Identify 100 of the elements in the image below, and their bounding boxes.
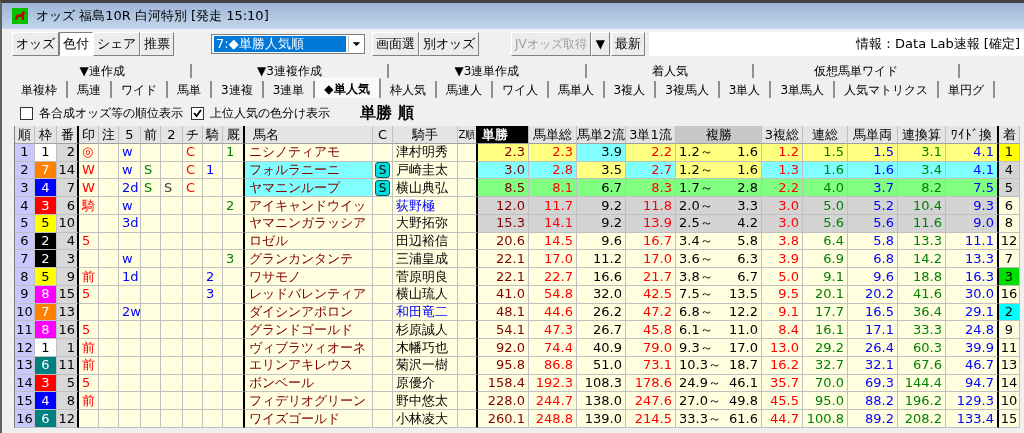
column-header[interactable]: 騎手 bbox=[393, 126, 458, 144]
table-cell: 8 bbox=[57, 392, 79, 410]
table-cell: 8.5 bbox=[478, 179, 529, 197]
column-header[interactable]: Z順 bbox=[458, 126, 478, 144]
table-cell: 三浦皇成 bbox=[393, 250, 458, 268]
place-low-odds: 6.8～ bbox=[679, 303, 713, 321]
table-cell: 騎 bbox=[79, 197, 99, 215]
table-cell bbox=[203, 392, 223, 410]
column-header[interactable]: 連換算 bbox=[898, 126, 946, 144]
table-cell: 208.2 bbox=[898, 410, 946, 428]
column-header[interactable]: 着 bbox=[999, 126, 1020, 144]
column-header[interactable]: 注 bbox=[99, 126, 119, 144]
mode-button[interactable]: オッズ bbox=[12, 32, 59, 56]
table-cell: 17.0 bbox=[529, 250, 577, 268]
toolbar-button[interactable]: 別オッズ bbox=[419, 32, 479, 56]
table-cell: フィデリオグリーン bbox=[245, 392, 373, 410]
column-header[interactable]: C bbox=[373, 126, 393, 144]
table-cell: 9.2 bbox=[577, 197, 626, 215]
table-cell: 248.8 bbox=[529, 410, 577, 428]
table-cell: 2 bbox=[223, 197, 245, 215]
place-high-odds: 1.6 bbox=[737, 161, 758, 179]
column-header[interactable]: 複勝 bbox=[676, 126, 762, 144]
column-header[interactable]: 騎 bbox=[203, 126, 223, 144]
column-header[interactable]: 3単1流 bbox=[626, 126, 676, 144]
table-cell bbox=[458, 410, 478, 428]
table-cell: 3.7 bbox=[848, 179, 898, 197]
table-cell bbox=[458, 339, 478, 357]
table-cell: グランカンタンテ bbox=[245, 250, 373, 268]
table-cell: 木幡巧也 bbox=[393, 339, 458, 357]
table-cell: 22.1 bbox=[478, 250, 529, 268]
table-cell: 26.7 bbox=[577, 321, 626, 339]
column-header[interactable]: 枠 bbox=[35, 126, 57, 144]
table-cell: 13.0 bbox=[762, 339, 803, 357]
table-cell bbox=[373, 339, 393, 357]
table-cell bbox=[373, 392, 393, 410]
table-cell: 3 bbox=[223, 250, 245, 268]
frame-cell: 4 bbox=[35, 179, 57, 197]
column-header[interactable]: 5 bbox=[119, 126, 141, 144]
toolbar-button[interactable]: 画面選 bbox=[372, 32, 419, 56]
table-cell bbox=[458, 197, 478, 215]
column-header[interactable]: 前 bbox=[141, 126, 161, 144]
table-cell: 88.2 bbox=[848, 392, 898, 410]
mode-button[interactable]: 推票 bbox=[140, 32, 174, 56]
column-header[interactable]: ﾜｲﾄﾞ換 bbox=[946, 126, 999, 144]
table-cell: 15 bbox=[15, 392, 35, 410]
place-low-odds: 1.7～ bbox=[679, 179, 713, 196]
tab-group-label: 仮想馬単ワイド bbox=[754, 64, 960, 78]
table-cell: グランドゴールド bbox=[245, 321, 373, 339]
place-high-odds: 3.3 bbox=[737, 197, 758, 214]
column-header[interactable]: 馬単総 bbox=[529, 126, 577, 144]
column-header[interactable]: 馬名 bbox=[245, 126, 373, 144]
table-cell: 6.8 bbox=[848, 250, 898, 268]
table-cell bbox=[183, 268, 203, 286]
table-cell: 11 bbox=[999, 339, 1020, 357]
column-header[interactable]: チ bbox=[183, 126, 203, 144]
frame-cell: 5 bbox=[35, 268, 57, 286]
table-cell: 22.7 bbox=[529, 268, 577, 286]
table-cell bbox=[119, 410, 141, 428]
mode-button[interactable]: シェア bbox=[93, 32, 140, 56]
column-header[interactable]: 印 bbox=[79, 126, 99, 144]
table-cell: 16 bbox=[15, 410, 35, 428]
table-cell bbox=[79, 410, 99, 428]
checkbox[interactable] bbox=[191, 106, 204, 120]
column-header[interactable]: 馬単2流 bbox=[577, 126, 626, 144]
table-cell bbox=[183, 339, 203, 357]
table-cell bbox=[203, 197, 223, 215]
table-cell bbox=[99, 179, 119, 197]
column-header[interactable]: 順 bbox=[15, 126, 35, 144]
column-header[interactable]: 3複総 bbox=[762, 126, 803, 144]
refresh-button[interactable]: 最新 bbox=[610, 32, 645, 56]
tab[interactable]: ◆単人気 bbox=[315, 78, 381, 98]
table-cell: 9 bbox=[57, 268, 79, 286]
table-cell: 菅原明良 bbox=[393, 268, 458, 286]
table-cell: 8.2 bbox=[898, 179, 946, 197]
table-cell: 8.4 bbox=[762, 321, 803, 339]
column-header[interactable]: 番 bbox=[57, 126, 79, 144]
place-high-odds: 1.6 bbox=[737, 143, 758, 161]
column-header[interactable]: 2 bbox=[161, 126, 183, 144]
table-cell: 138.0 bbox=[577, 392, 626, 410]
table-cell: 54.1 bbox=[478, 321, 529, 339]
table-cell: 杉原誠人 bbox=[393, 321, 458, 339]
column-header[interactable]: 厩 bbox=[223, 126, 245, 144]
frame-cell: 1 bbox=[35, 339, 57, 357]
place-high-odds: 18.7 bbox=[729, 356, 758, 374]
table-cell: 33.3 bbox=[898, 321, 946, 339]
table-cell: 60.3 bbox=[898, 339, 946, 357]
column-header[interactable]: 馬単両 bbox=[848, 126, 898, 144]
column-header[interactable]: 連総 bbox=[803, 126, 848, 144]
column-header[interactable]: 単勝 bbox=[478, 126, 529, 144]
table-cell bbox=[203, 410, 223, 428]
view-dropdown[interactable]: 7:◆単勝人気順 bbox=[211, 34, 365, 54]
place-high-odds: 4.2 bbox=[737, 214, 758, 232]
place-low-odds: 27.0～ bbox=[679, 392, 721, 409]
table-cell: 7 bbox=[57, 179, 79, 197]
table-cell: 13.3 bbox=[946, 250, 999, 268]
table-cell bbox=[141, 197, 161, 215]
mode-button[interactable]: 色付 bbox=[59, 32, 93, 56]
table-cell bbox=[203, 250, 223, 268]
checkbox[interactable] bbox=[20, 106, 33, 120]
table-cell bbox=[223, 339, 245, 357]
